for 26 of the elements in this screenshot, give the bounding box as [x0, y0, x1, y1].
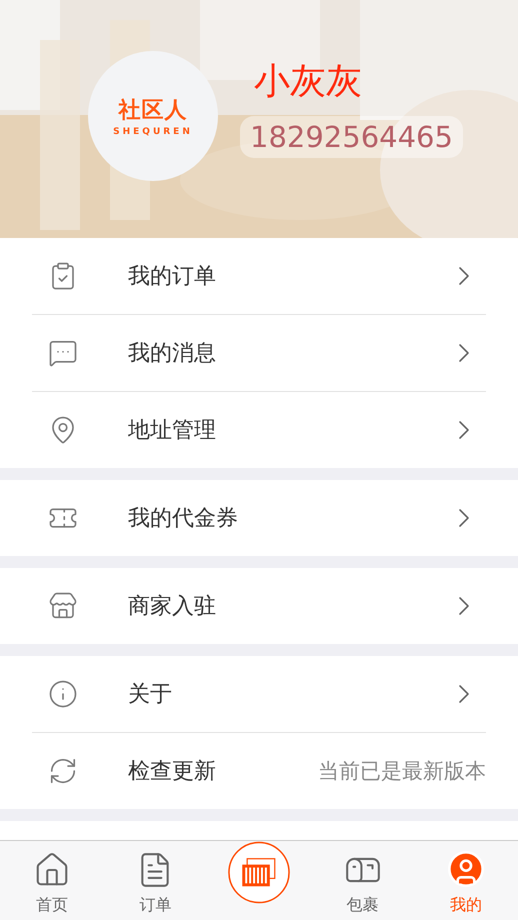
- user-icon: [446, 849, 486, 889]
- barcode-scan-icon[interactable]: [226, 841, 291, 904]
- store-icon: [48, 591, 78, 621]
- menu-label: 我的消息: [127, 340, 217, 368]
- menu-label: 关于: [127, 681, 173, 709]
- menu-label: 地址管理: [127, 417, 217, 445]
- logo-subtext: SHEQUREN: [113, 127, 193, 137]
- tab[interactable]: 包裹: [310, 841, 414, 920]
- info-icon: [48, 679, 78, 709]
- tab[interactable]: 首页: [0, 841, 104, 920]
- chat-bubble-icon: [48, 338, 78, 368]
- menu-item[interactable]: 关于: [32, 656, 486, 732]
- user-name: 小灰灰: [253, 60, 362, 104]
- menu-label: 检查更新: [127, 758, 217, 786]
- refresh-icon: [48, 756, 78, 786]
- phone-number: 18292564465: [240, 116, 463, 158]
- menu-item[interactable]: 我的消息: [32, 314, 486, 391]
- menu-item[interactable]: 检查更新 当前已是最新版本: [32, 732, 486, 809]
- menu-item[interactable]: 地址管理: [32, 391, 486, 468]
- menu-item[interactable]: 我的订单: [32, 238, 486, 314]
- menu-label: 我的代金券: [127, 505, 239, 533]
- tab[interactable]: 订单: [104, 841, 208, 920]
- menu-label: 我的订单: [127, 263, 217, 291]
- version-status: 当前已是最新版本: [318, 758, 486, 785]
- menu-label: 商家入驻: [127, 593, 217, 621]
- logo-text: 社区人: [118, 97, 188, 125]
